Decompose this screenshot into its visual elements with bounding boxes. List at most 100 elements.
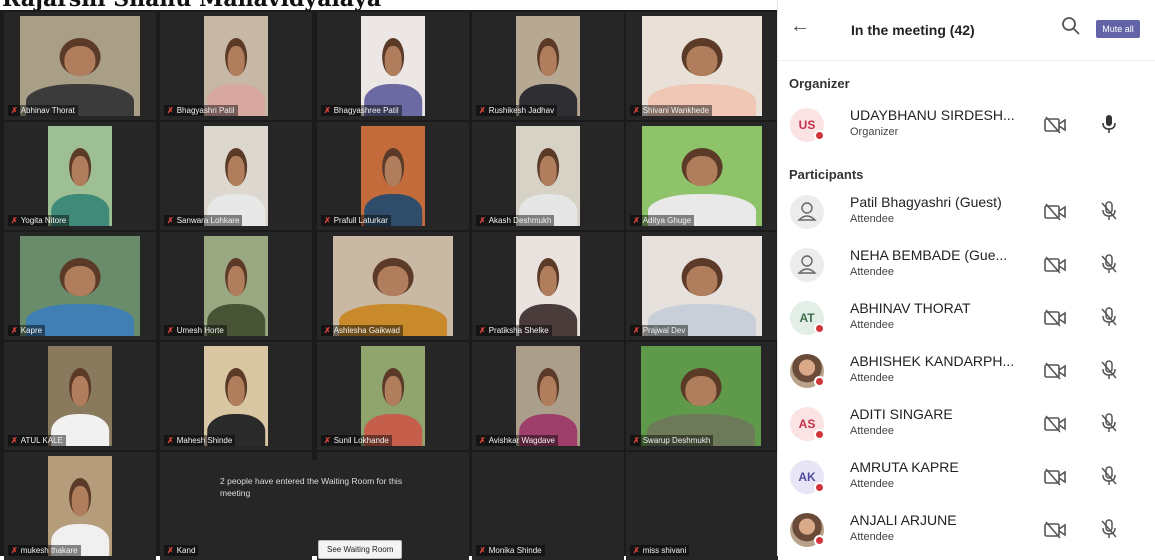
video-feed [516, 236, 580, 336]
mic-off-icon[interactable] [1099, 200, 1119, 222]
video-tile[interactable]: ✗ Shivani Wankhede [626, 12, 778, 120]
participant-label: Sanwara Lohkare [176, 216, 240, 225]
muted-mic-icon: ✗ [633, 216, 640, 225]
video-tile[interactable]: ✗ ATUL KALE [4, 342, 156, 450]
person-face [539, 376, 557, 406]
video-feed [204, 346, 268, 446]
video-feed [48, 346, 112, 446]
organizer-row[interactable]: US UDAYBHANU SIRDESH... Organizer [778, 104, 1155, 150]
video-tile[interactable]: ✗ Yogita Nitore [4, 122, 156, 230]
video-tile[interactable]: ✗ Mahesh Shinde [160, 342, 312, 450]
avatar-initials: AS [798, 417, 816, 431]
participant-row[interactable]: NEHA BEMBADE (Gue... Attendee [778, 244, 1155, 290]
video-tile-label: ✗ Prajwal Dev [630, 325, 689, 336]
participant-label: Pratiksha Shelke [488, 326, 549, 335]
muted-mic-icon: ✗ [479, 436, 486, 445]
participant-label: Yogita Nitore [20, 216, 67, 225]
participant-label: miss shivani [642, 546, 687, 555]
mic-off-icon[interactable] [1099, 306, 1119, 328]
mic-off-icon[interactable] [1099, 412, 1119, 434]
video-tile-label: ✗ Kand [164, 545, 199, 556]
participant-role: Attendee [850, 478, 895, 490]
participant-row[interactable]: AS ADITI SINGARE Attendee [778, 403, 1155, 449]
participant-name: ABHISHEK KANDARPH... [850, 353, 1015, 369]
status-dot [814, 323, 825, 334]
participant-label: Bhagyashree Patil [333, 106, 399, 115]
video-tile[interactable]: ✗ Akash Deshmukh [472, 122, 624, 230]
person-face [384, 376, 402, 406]
participant-label: Umesh Horte [176, 326, 224, 335]
guest-user-icon [797, 202, 817, 221]
participant-label: Monika Shinde [488, 546, 542, 555]
participants-panel: ← In the meeting (42) Mute all Organizer… [777, 0, 1155, 556]
video-feed [516, 16, 580, 116]
page-header-text: Rajarshi Shahu Mahavidyalaya [2, 0, 381, 10]
video-tile[interactable]: ✗ Prafull Laturkar [317, 122, 469, 230]
video-tile[interactable]: ✗ Prajwal Dev [626, 232, 778, 340]
participant-label: Ashlesha Gaikwad [333, 326, 400, 335]
video-tile[interactable]: ✗ Avishkar Wagdave [472, 342, 624, 450]
mic-off-icon[interactable] [1099, 253, 1119, 275]
video-tile[interactable]: ✗ Umesh Horte [160, 232, 312, 340]
muted-mic-icon: ✗ [167, 546, 174, 555]
video-tile[interactable]: ✗ Sunil Lokhande [317, 342, 469, 450]
mic-off-icon[interactable] [1099, 465, 1119, 487]
search-icon[interactable] [1061, 16, 1081, 36]
video-tile[interactable]: ✗ Abhinav Thorat [4, 12, 156, 120]
video-tile[interactable]: ✗ Bhagyashree Patil [317, 12, 469, 120]
mic-off-icon[interactable] [1099, 359, 1119, 381]
person-face [71, 376, 89, 406]
person-face [64, 266, 96, 296]
camera-off-icon [1044, 362, 1066, 380]
participant-label: Mahesh Shinde [176, 436, 233, 445]
video-tile-label: ✗ Avishkar Wagdave [476, 435, 558, 446]
video-tile[interactable]: ✗ Swarup Deshmukh [626, 342, 776, 450]
muted-mic-icon: ✗ [633, 106, 640, 115]
video-feed [361, 126, 425, 226]
mute-all-button[interactable]: Mute all [1096, 20, 1140, 38]
video-tile[interactable]: ✗ Aditya Ghuge [626, 122, 778, 230]
video-tile-label: ✗ miss shivani [630, 545, 690, 556]
video-tile[interactable]: ✗ miss shivani [626, 452, 778, 560]
see-waiting-room-button[interactable]: See Waiting Room [318, 540, 403, 560]
video-tile[interactable]: ✗ Monika Shinde [472, 452, 624, 560]
avatar-initials: AT [799, 311, 815, 325]
microphone-icon[interactable] [1099, 113, 1119, 135]
avatar-initials: AK [798, 470, 816, 484]
status-dot [814, 376, 825, 387]
person-face [539, 46, 557, 76]
muted-mic-icon: ✗ [633, 326, 640, 335]
participant-row[interactable]: AK AMRUTA KAPRE Attendee [778, 456, 1155, 502]
video-tile-label: ✗ Bhagyashree Patil [321, 105, 402, 116]
muted-mic-icon: ✗ [479, 546, 486, 555]
participant-name: ABHINAV THORAT [850, 300, 971, 316]
camera-off-icon [1044, 468, 1066, 486]
back-arrow-icon[interactable]: ← [790, 15, 810, 38]
mic-off-icon[interactable] [1099, 518, 1119, 540]
video-tile[interactable]: ✗ Kapre [4, 232, 156, 340]
video-tile[interactable]: ✗ Rushikesh Jadhav [472, 12, 624, 120]
participant-row[interactable]: ABHISHEK KANDARPH... Attendee [778, 350, 1155, 396]
participant-row[interactable]: Patil Bhagyashri (Guest) Attendee [778, 191, 1155, 237]
participant-label: Abhinav Thorat [20, 106, 75, 115]
video-tile[interactable]: ✗ mukesh thakare [4, 452, 156, 560]
video-tile-label: ✗ Pratiksha Shelke [476, 325, 552, 336]
video-feed [20, 16, 140, 116]
video-feed [48, 456, 112, 556]
video-tile-label: ✗ Mahesh Shinde [164, 435, 236, 446]
participant-row[interactable]: ANJALI ARJUNE Attendee [778, 509, 1155, 555]
participant-label: Sunil Lokhande [333, 436, 389, 445]
participant-row[interactable]: AT ABHINAV THORAT Attendee [778, 297, 1155, 343]
muted-mic-icon: ✗ [324, 436, 331, 445]
person-face [686, 156, 718, 186]
muted-mic-icon: ✗ [479, 326, 486, 335]
video-tile[interactable]: ✗ Sanwara Lohkare [160, 122, 312, 230]
video-tile[interactable]: ✗ Pratiksha Shelke [472, 232, 624, 340]
waiting-room-notification: 2 people have entered the Waiting Room f… [208, 460, 422, 560]
muted-mic-icon: ✗ [11, 106, 18, 115]
video-tile[interactable]: ✗ Ashlesha Gaikwad [317, 232, 469, 340]
video-tile[interactable]: ✗ Bhagyashri Patil [160, 12, 312, 120]
person-face [71, 156, 89, 186]
muted-mic-icon: ✗ [167, 326, 174, 335]
person-face [384, 46, 402, 76]
